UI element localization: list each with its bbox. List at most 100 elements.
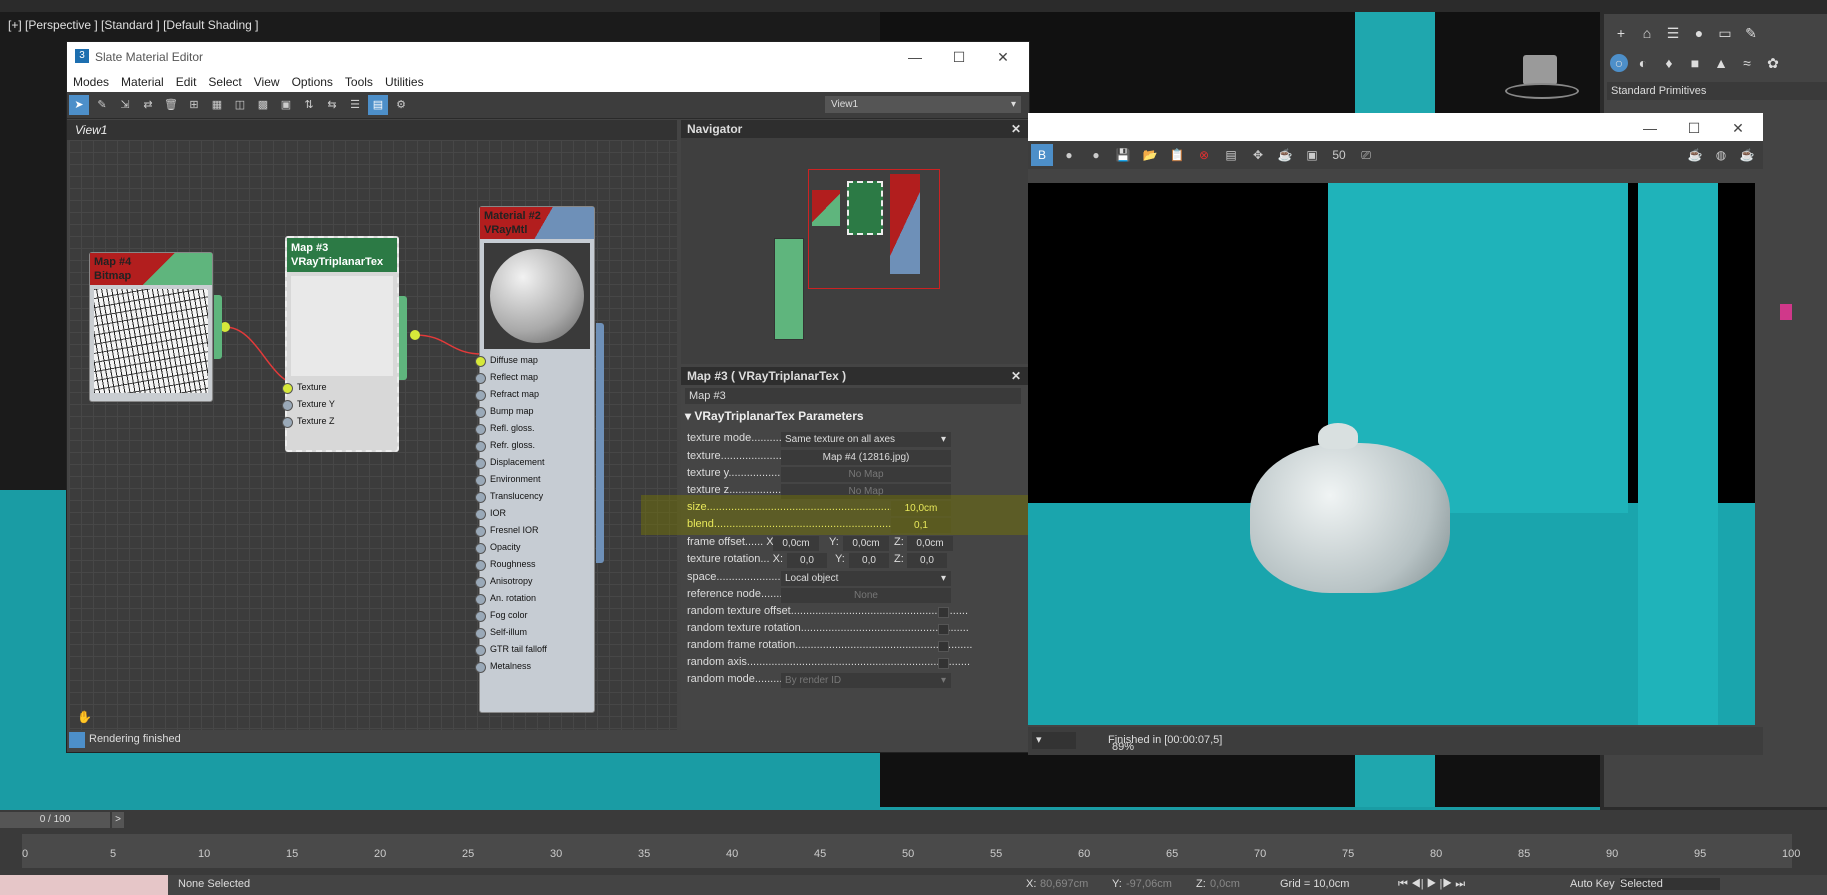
fb-close-button[interactable]: ✕ — [1716, 115, 1760, 141]
node-triplanar[interactable]: Map #3 VRayTriplanarTex Texture Texture … — [282, 236, 407, 452]
blend-spinner[interactable]: 0,1 — [891, 518, 951, 533]
pick-material-icon[interactable]: ✎ — [92, 95, 112, 115]
material-slot[interactable]: Anisotropy — [475, 574, 594, 590]
slot-socket-icon[interactable] — [475, 356, 486, 367]
material-slot[interactable]: Refr. gloss. — [475, 438, 594, 454]
navigator-close-icon[interactable]: ✕ — [1011, 122, 1021, 136]
layout-all-icon[interactable]: ⇅ — [299, 95, 319, 115]
size-spinner[interactable]: 10,0cm — [891, 501, 951, 516]
menu-options[interactable]: Options — [286, 72, 339, 92]
color-swatch[interactable] — [1780, 304, 1792, 320]
status-teapot-icon[interactable] — [69, 732, 85, 748]
auto-key-button[interactable]: Auto Key — [1570, 878, 1615, 890]
slot-socket-icon[interactable] — [475, 543, 486, 554]
lights-icon[interactable]: ♦ — [1658, 52, 1680, 74]
cameras-icon[interactable]: ■ — [1684, 52, 1706, 74]
fb-maximize-button[interactable]: ☐ — [1672, 115, 1716, 141]
navigator-view[interactable] — [681, 138, 1029, 364]
fb-minimize-button[interactable]: — — [1628, 115, 1672, 141]
material-slot[interactable]: GTR tail falloff — [475, 642, 594, 658]
menu-material[interactable]: Material — [115, 72, 170, 92]
primitives-dropdown[interactable]: Standard Primitives — [1607, 82, 1827, 100]
background-icon[interactable]: ▩ — [253, 95, 273, 115]
random-texture-rotation-checkbox[interactable] — [938, 624, 949, 635]
select-tool-icon[interactable]: ➤ — [69, 95, 89, 115]
maximize-button[interactable]: ☐ — [937, 44, 981, 70]
preview-icon[interactable]: ▣ — [276, 95, 296, 115]
slot-socket-icon[interactable] — [475, 441, 486, 452]
slate-titlebar[interactable]: 3 Slate Material Editor — ☐ ✕ — [67, 42, 1029, 72]
material-slot[interactable]: Diffuse map — [475, 353, 594, 369]
material-slot[interactable]: Refl. gloss. — [475, 421, 594, 437]
select-by-material-icon[interactable]: ⚙ — [391, 95, 411, 115]
material-slot[interactable]: IOR — [475, 506, 594, 522]
maxscript-listener[interactable] — [0, 875, 168, 895]
slot-texture-y[interactable]: Texture Y — [282, 397, 397, 413]
param-close-icon[interactable]: ✕ — [1011, 369, 1021, 383]
slot-socket-icon[interactable] — [475, 424, 486, 435]
random-frame-rotation-checkbox[interactable] — [938, 641, 949, 652]
frame-offset-x[interactable]: 0,0cm — [773, 536, 819, 551]
material-slot[interactable]: Reflect map — [475, 370, 594, 386]
viewcube-icon[interactable] — [1505, 47, 1579, 107]
render-interactive-icon[interactable]: ◍ — [1710, 144, 1732, 166]
display-icon[interactable]: ▭ — [1714, 22, 1736, 44]
motion-icon[interactable]: ● — [1688, 22, 1710, 44]
utilities-icon[interactable]: ✎ — [1740, 22, 1762, 44]
menu-utilities[interactable]: Utilities — [379, 72, 430, 92]
menu-select[interactable]: Select — [202, 72, 247, 92]
slot-socket-icon[interactable] — [475, 373, 486, 384]
material-output-socket[interactable] — [596, 323, 604, 563]
hide-slots-icon[interactable]: ▦ — [207, 95, 227, 115]
node-canvas[interactable]: Map #4 Bitmap Map #3 VRayTriplanarTex Te… — [69, 140, 677, 730]
frame-offset-z[interactable]: 0,0cm — [907, 536, 953, 551]
render-icon[interactable]: ☕ — [1684, 144, 1706, 166]
slot-socket-icon[interactable] — [475, 492, 486, 503]
minimize-button[interactable]: — — [893, 44, 937, 70]
triplanar-output-socket[interactable] — [399, 296, 407, 380]
coord-y[interactable]: -97,06cm — [1126, 878, 1172, 890]
region-icon[interactable]: ✥ — [1247, 144, 1269, 166]
track-mouse-icon[interactable]: ▤ — [1220, 144, 1242, 166]
shapes-icon[interactable]: ◐ — [1632, 52, 1654, 74]
slot-socket-icon[interactable] — [475, 611, 486, 622]
material-slot[interactable]: Opacity — [475, 540, 594, 556]
reference-node-button[interactable]: None — [781, 588, 951, 603]
render-last-icon[interactable]: ☕ — [1736, 144, 1758, 166]
slot-socket-icon[interactable] — [475, 645, 486, 656]
texture-rotation-z[interactable]: 0,0 — [907, 553, 947, 568]
modify-icon[interactable]: ⌂ — [1636, 22, 1658, 44]
show-map-icon[interactable]: ◫ — [230, 95, 250, 115]
material-map-browser-icon[interactable]: ☰ — [345, 95, 365, 115]
slot-socket-icon[interactable] — [475, 407, 486, 418]
assign-icon[interactable]: ⇲ — [115, 95, 135, 115]
time-slider[interactable]: 0 / 100 — [0, 812, 110, 828]
coord-x[interactable]: 80,697cm — [1040, 878, 1088, 890]
texture-rotation-x[interactable]: 0,0 — [787, 553, 827, 568]
history-icon[interactable]: ⎚ — [1355, 144, 1377, 166]
slot-texture-z[interactable]: Texture Z — [282, 414, 397, 430]
slot-socket-icon[interactable] — [475, 458, 486, 469]
node-material[interactable]: Material #2 VRayMtl Diffuse map Reflect m… — [475, 206, 604, 713]
render-teapot-icon[interactable]: ☕ — [1274, 144, 1296, 166]
next-frame-arrow-icon[interactable]: > — [112, 812, 124, 828]
slot-socket-icon[interactable] — [475, 390, 486, 401]
view-dropdown[interactable]: View1 ▾ — [825, 96, 1021, 113]
space-dropdown[interactable]: Local object ▾ — [781, 571, 951, 586]
coord-z[interactable]: 0,0cm — [1210, 878, 1240, 890]
texture-mode-dropdown[interactable]: Same texture on all axes ▾ — [781, 432, 951, 447]
rollout-header[interactable]: ▾ VRayTriplanarTex Parameters — [685, 409, 864, 423]
white-circle-icon[interactable]: ● — [1058, 144, 1080, 166]
geometry-icon[interactable]: ○ — [1610, 54, 1628, 72]
save-icon[interactable]: 💾 — [1112, 144, 1134, 166]
spacewarps-icon[interactable]: ≈ — [1736, 52, 1758, 74]
plus-icon[interactable]: + — [1610, 22, 1632, 44]
slot-socket-icon[interactable] — [475, 475, 486, 486]
grey-circle-icon[interactable]: ● — [1085, 144, 1107, 166]
material-slot[interactable]: Displacement — [475, 455, 594, 471]
pan-hand-icon[interactable]: ✋ — [77, 710, 93, 726]
menu-view[interactable]: View — [248, 72, 286, 92]
slot-texture[interactable]: Texture — [282, 380, 397, 396]
material-slot[interactable]: Translucency — [475, 489, 594, 505]
helpers-icon[interactable]: ▲ — [1710, 52, 1732, 74]
